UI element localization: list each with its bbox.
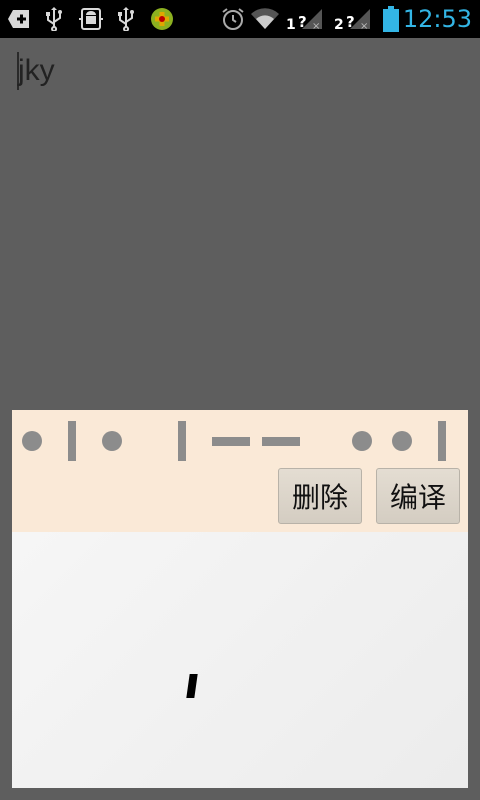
- delete-button[interactable]: 删除: [278, 468, 362, 524]
- morse-input-panel: 删除 编译: [12, 410, 468, 788]
- morse-dash: [262, 437, 300, 446]
- morse-dot: [392, 431, 412, 451]
- app-plus-icon: [150, 7, 174, 31]
- morse-dot: [22, 431, 42, 451]
- battery-icon: [380, 6, 402, 32]
- morse-bar: [438, 421, 446, 461]
- morse-dash: [212, 437, 250, 446]
- sim1-label: 1: [286, 17, 296, 33]
- status-bar: ? × 1 ? × 2 12:53: [0, 0, 480, 38]
- morse-bar: [178, 421, 186, 461]
- svg-text:×: ×: [360, 21, 368, 31]
- add-icon: [6, 7, 32, 31]
- morse-sequence: [12, 410, 468, 470]
- usb-icon: [114, 7, 138, 31]
- signal-sim1-icon: ? × 1: [284, 7, 324, 33]
- morse-dot: [102, 431, 122, 451]
- translate-button[interactable]: 编译: [376, 468, 460, 524]
- wifi-icon: [250, 7, 280, 31]
- svg-text:?: ?: [298, 13, 307, 31]
- morse-code-area: 删除 编译: [12, 410, 468, 532]
- svg-text:?: ?: [346, 13, 355, 31]
- android-debug-icon: [78, 7, 104, 31]
- morse-bar: [68, 421, 76, 461]
- decoded-text-field[interactable]: jky: [18, 52, 55, 90]
- alarm-icon: [220, 7, 246, 31]
- svg-text:×: ×: [312, 21, 320, 31]
- signal-sim2-icon: ? × 2: [332, 7, 372, 33]
- sim2-label: 2: [334, 17, 344, 33]
- clock-time: 12:53: [402, 5, 472, 33]
- morse-dot: [352, 431, 372, 451]
- usb-icon: [42, 7, 66, 31]
- morse-touch-area[interactable]: [12, 532, 468, 788]
